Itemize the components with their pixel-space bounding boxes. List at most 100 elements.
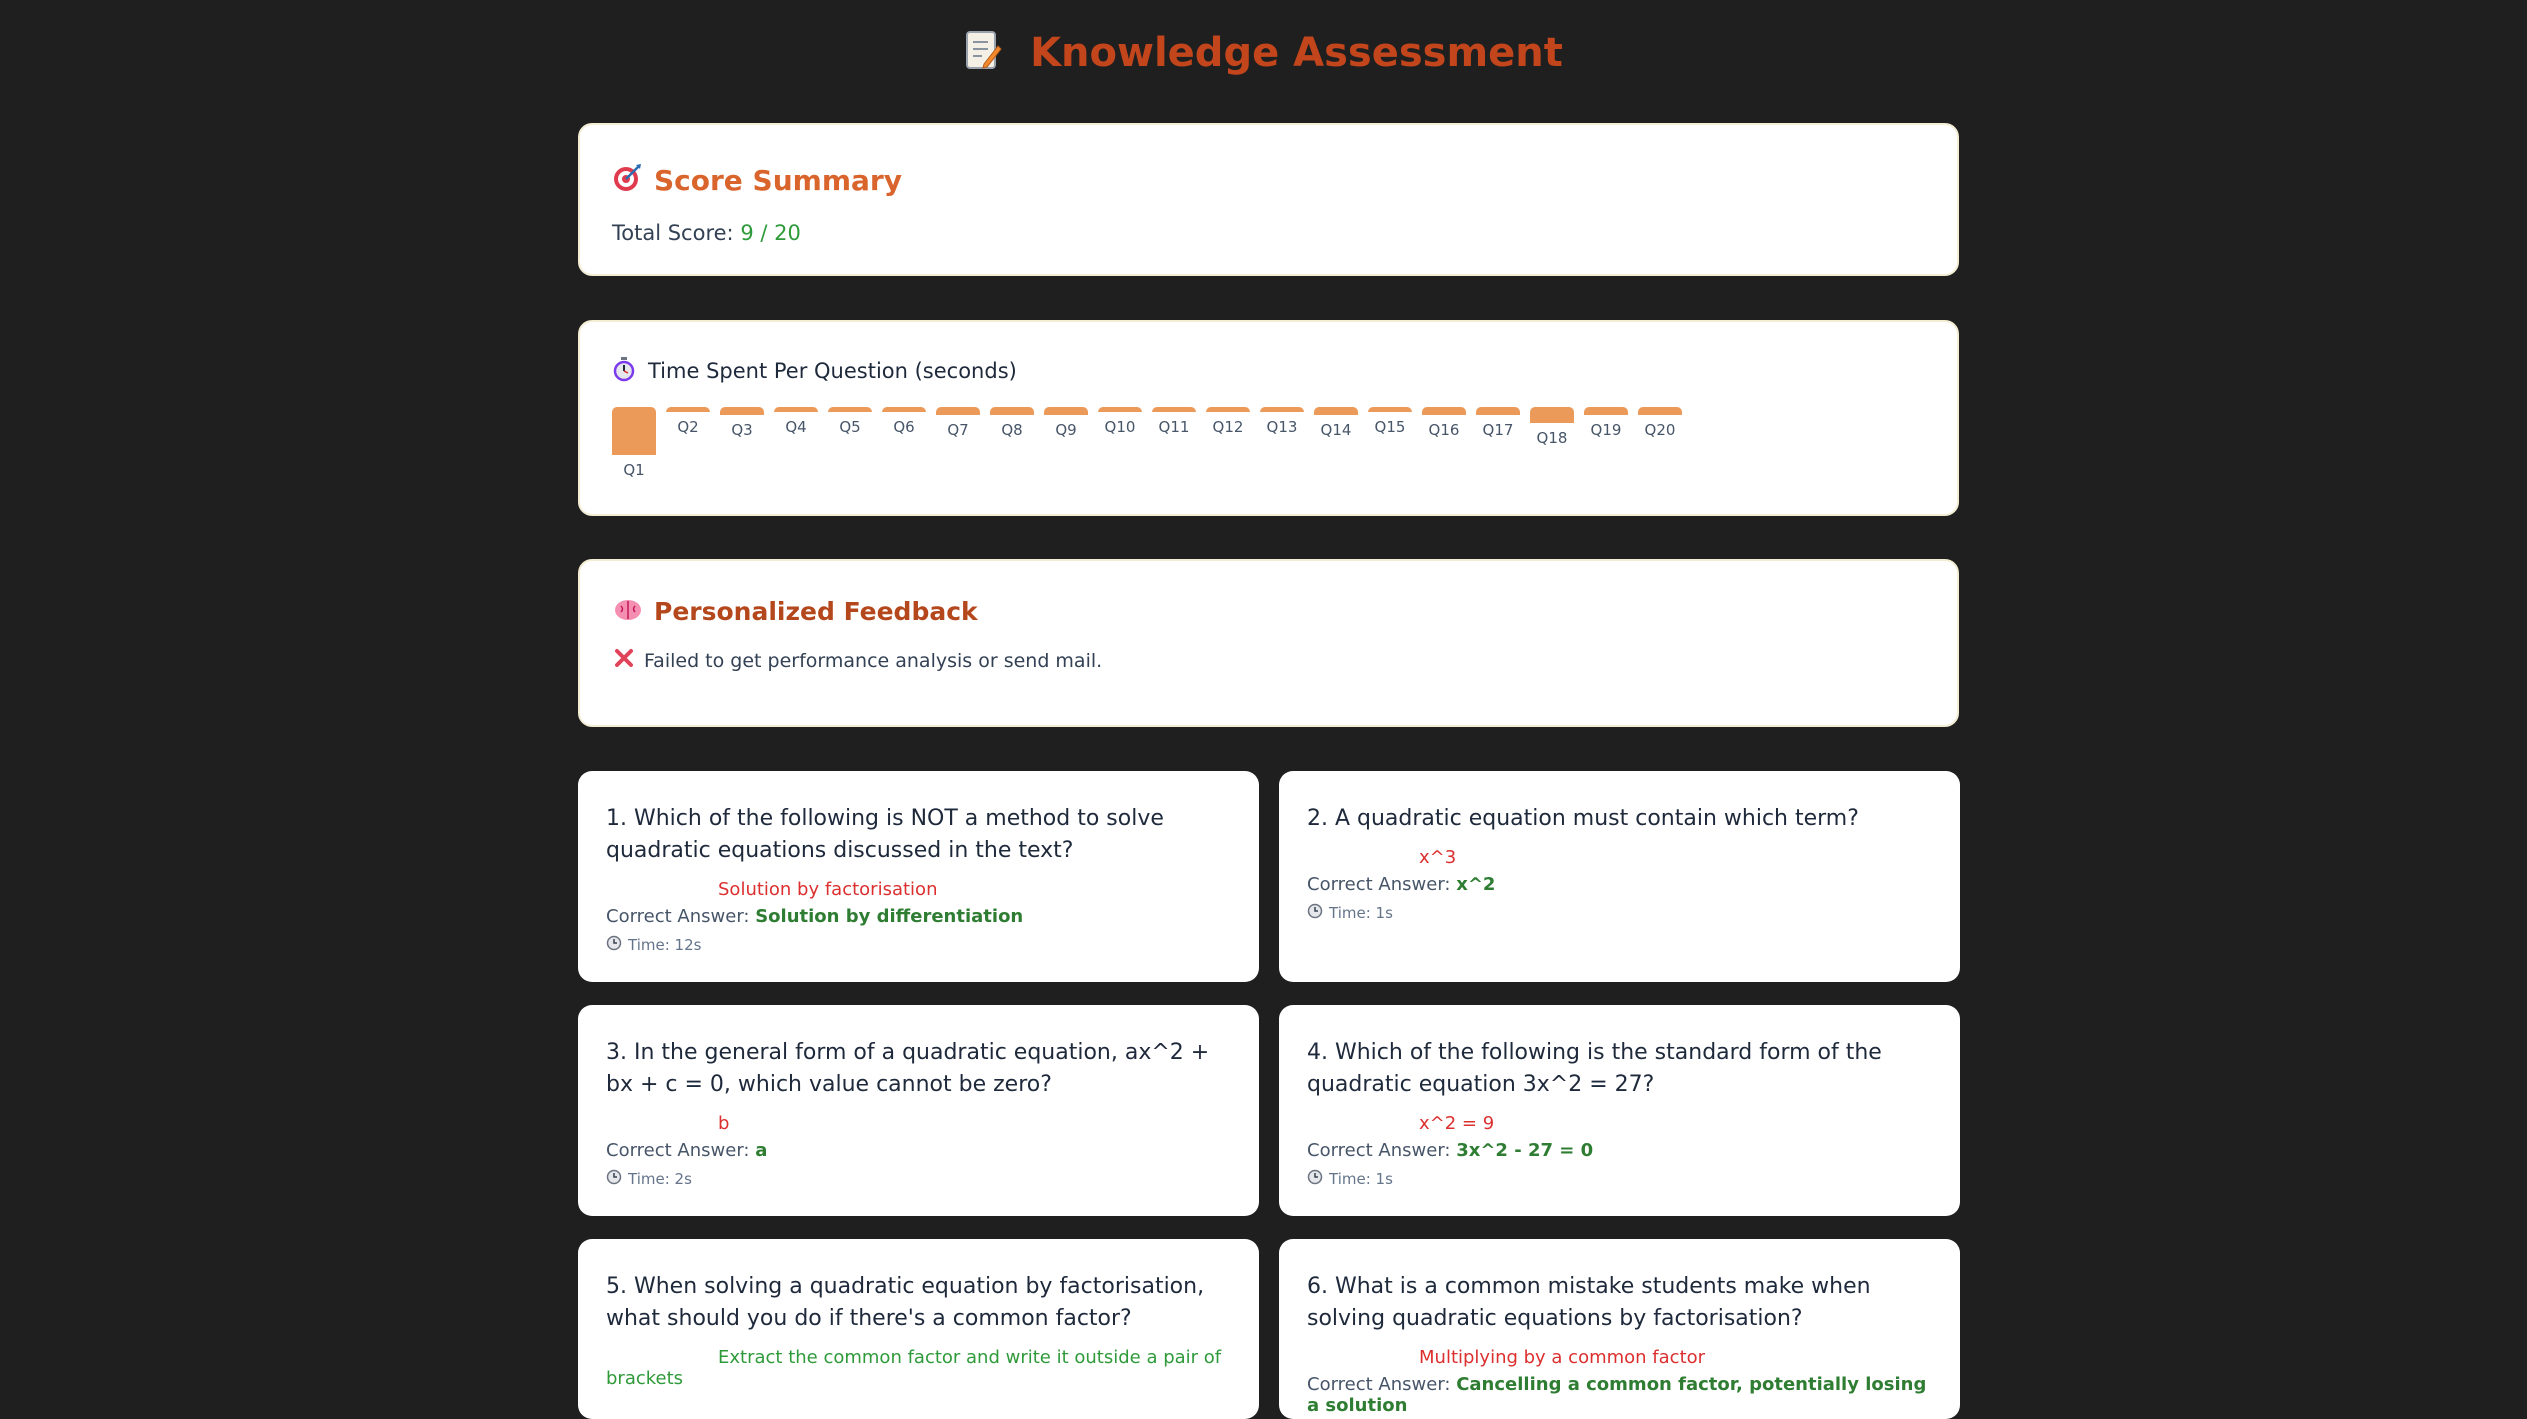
page-title: Knowledge Assessment [0,30,2527,80]
feedback-message: Failed to get performance analysis or se… [644,649,1103,672]
feedback-card: Personalized Feedback Failed to get perf… [578,559,1959,727]
total-score: Total Score: 9 / 20 [612,221,1925,245]
time-spent-card: Time Spent Per Question (seconds) Q1 Q2 Q3… [578,320,1959,516]
time-bar-label: Q19 [1590,421,1622,439]
correct-answer-label: Correct Answer: [1307,874,1451,895]
given-answer: x^2 = 9 [1419,1113,1495,1134]
time-bar-label: Q13 [1266,418,1298,436]
time-bar [1530,407,1574,423]
time-bar-label: Q17 [1482,421,1514,439]
feedback-heading: Personalized Feedback [654,597,978,626]
feedback-status: Failed to get performance analysis or se… [614,648,1923,673]
correct-answer: Correct Answer: Cancelling a common fact… [1307,1374,1932,1416]
correct-answer-label: Correct Answer: [606,1140,750,1161]
correct-answer-label: Correct Answer: [606,906,750,927]
question-time: Time: 2s [606,1169,1231,1189]
time-bar-label: Q5 [839,418,861,436]
question-text: 4. Which of the following is the standar… [1307,1040,1882,1097]
time-bar [828,407,872,412]
question-text: 1. Which of the following is NOT a metho… [606,806,1164,863]
time-bar-label: Q3 [731,421,753,439]
question-time: Time: 1s [1307,903,1932,923]
time-bar [1044,407,1088,415]
time-bar [720,407,764,415]
score-summary-card: Score Summary Total Score: 9 / 20 [578,123,1959,276]
question-time: Time: 1s [1307,1169,1932,1189]
brain-icon [614,598,642,626]
question-time: Time: 12s [606,935,1231,955]
time-bar-label: Q12 [1212,418,1244,436]
question-card: 3. In the general form of a quadratic eq… [578,1005,1259,1216]
given-answer: x^3 [1419,847,1457,868]
correct-answer-value: x^2 [1456,874,1496,895]
cross-mark-icon [614,648,634,673]
correct-answer: Correct Answer: 3x^2 - 27 = 0 [1307,1140,1932,1161]
total-score-value: 9 / 20 [740,221,801,245]
time-bar-label: Q20 [1644,421,1676,439]
correct-answer: Correct Answer: Solution by differentiat… [606,906,1231,927]
time-bar-label: Q4 [785,418,807,436]
time-bar-label: Q1 [623,461,645,479]
time-bar-label: Q8 [1001,421,1023,439]
correct-answer-value: 3x^2 - 27 = 0 [1456,1140,1594,1161]
correct-answer-label: Correct Answer: [1307,1374,1451,1395]
given-answer: b [718,1113,730,1134]
clock-icon [606,935,622,955]
total-score-label: Total Score: [612,221,734,245]
memo-icon [964,30,1002,80]
question-text: 2. A quadratic equation must contain whi… [1307,806,1859,831]
time-bar-label: Q7 [947,421,969,439]
given-answer: Extract the common factor and write it o… [606,1347,1222,1389]
time-bar-label: Q2 [677,418,699,436]
time-bar-label: Q11 [1158,418,1190,436]
question-card: 1. Which of the following is NOT a metho… [578,771,1259,982]
time-bar [1098,407,1142,412]
time-bar [774,407,818,412]
time-bar-label: Q10 [1104,418,1136,436]
clock-icon [1307,1169,1323,1189]
question-time-value: Time: 1s [1329,904,1393,922]
clock-icon [1307,903,1323,923]
time-bar [1314,407,1358,415]
correct-answer-value: a [755,1140,768,1161]
question-text: 5. When solving a quadratic equation by … [606,1274,1205,1331]
time-spent-heading: Time Spent Per Question (seconds) [648,359,1017,383]
time-bar [612,407,656,455]
target-icon [612,163,642,197]
time-bar [666,407,710,412]
page-title-text: Knowledge Assessment [1030,30,1563,76]
question-time-value: Time: 1s [1329,1170,1393,1188]
question-time-value: Time: 2s [628,1170,692,1188]
correct-answer-label: Correct Answer: [1307,1140,1451,1161]
correct-answer: Correct Answer: a [606,1140,1231,1161]
time-bar [936,407,980,415]
question-card: 4. Which of the following is the standar… [1279,1005,1960,1216]
time-bar [1152,407,1196,412]
time-bar [990,407,1034,415]
clock-icon [606,1169,622,1189]
time-bar-label: Q16 [1428,421,1460,439]
question-card: 2. A quadratic equation must contain whi… [1279,771,1960,982]
time-bar-label: Q18 [1536,429,1568,447]
correct-answer: Correct Answer: x^2 [1307,874,1932,895]
time-bar-label: Q15 [1374,418,1406,436]
time-bar [882,407,926,412]
question-text: 6. What is a common mistake students mak… [1307,1274,1871,1331]
time-bar [1260,407,1304,412]
time-bar-label: Q6 [893,418,915,436]
stopwatch-icon [612,356,636,386]
given-answer: Solution by factorisation [718,879,938,900]
time-bar-label: Q9 [1055,421,1077,439]
time-bar [1476,407,1520,415]
time-bar [1584,407,1628,415]
time-bar-label: Q14 [1320,421,1352,439]
time-bar [1368,407,1412,412]
time-bar [1422,407,1466,415]
correct-answer-value: Solution by differentiation [755,906,1024,927]
score-summary-heading: Score Summary [654,163,902,197]
question-card: 6. What is a common mistake students mak… [1279,1239,1960,1419]
time-bar [1638,407,1682,415]
question-text: 3. In the general form of a quadratic eq… [606,1040,1210,1097]
time-bar [1206,407,1250,412]
question-time-value: Time: 12s [628,936,702,954]
